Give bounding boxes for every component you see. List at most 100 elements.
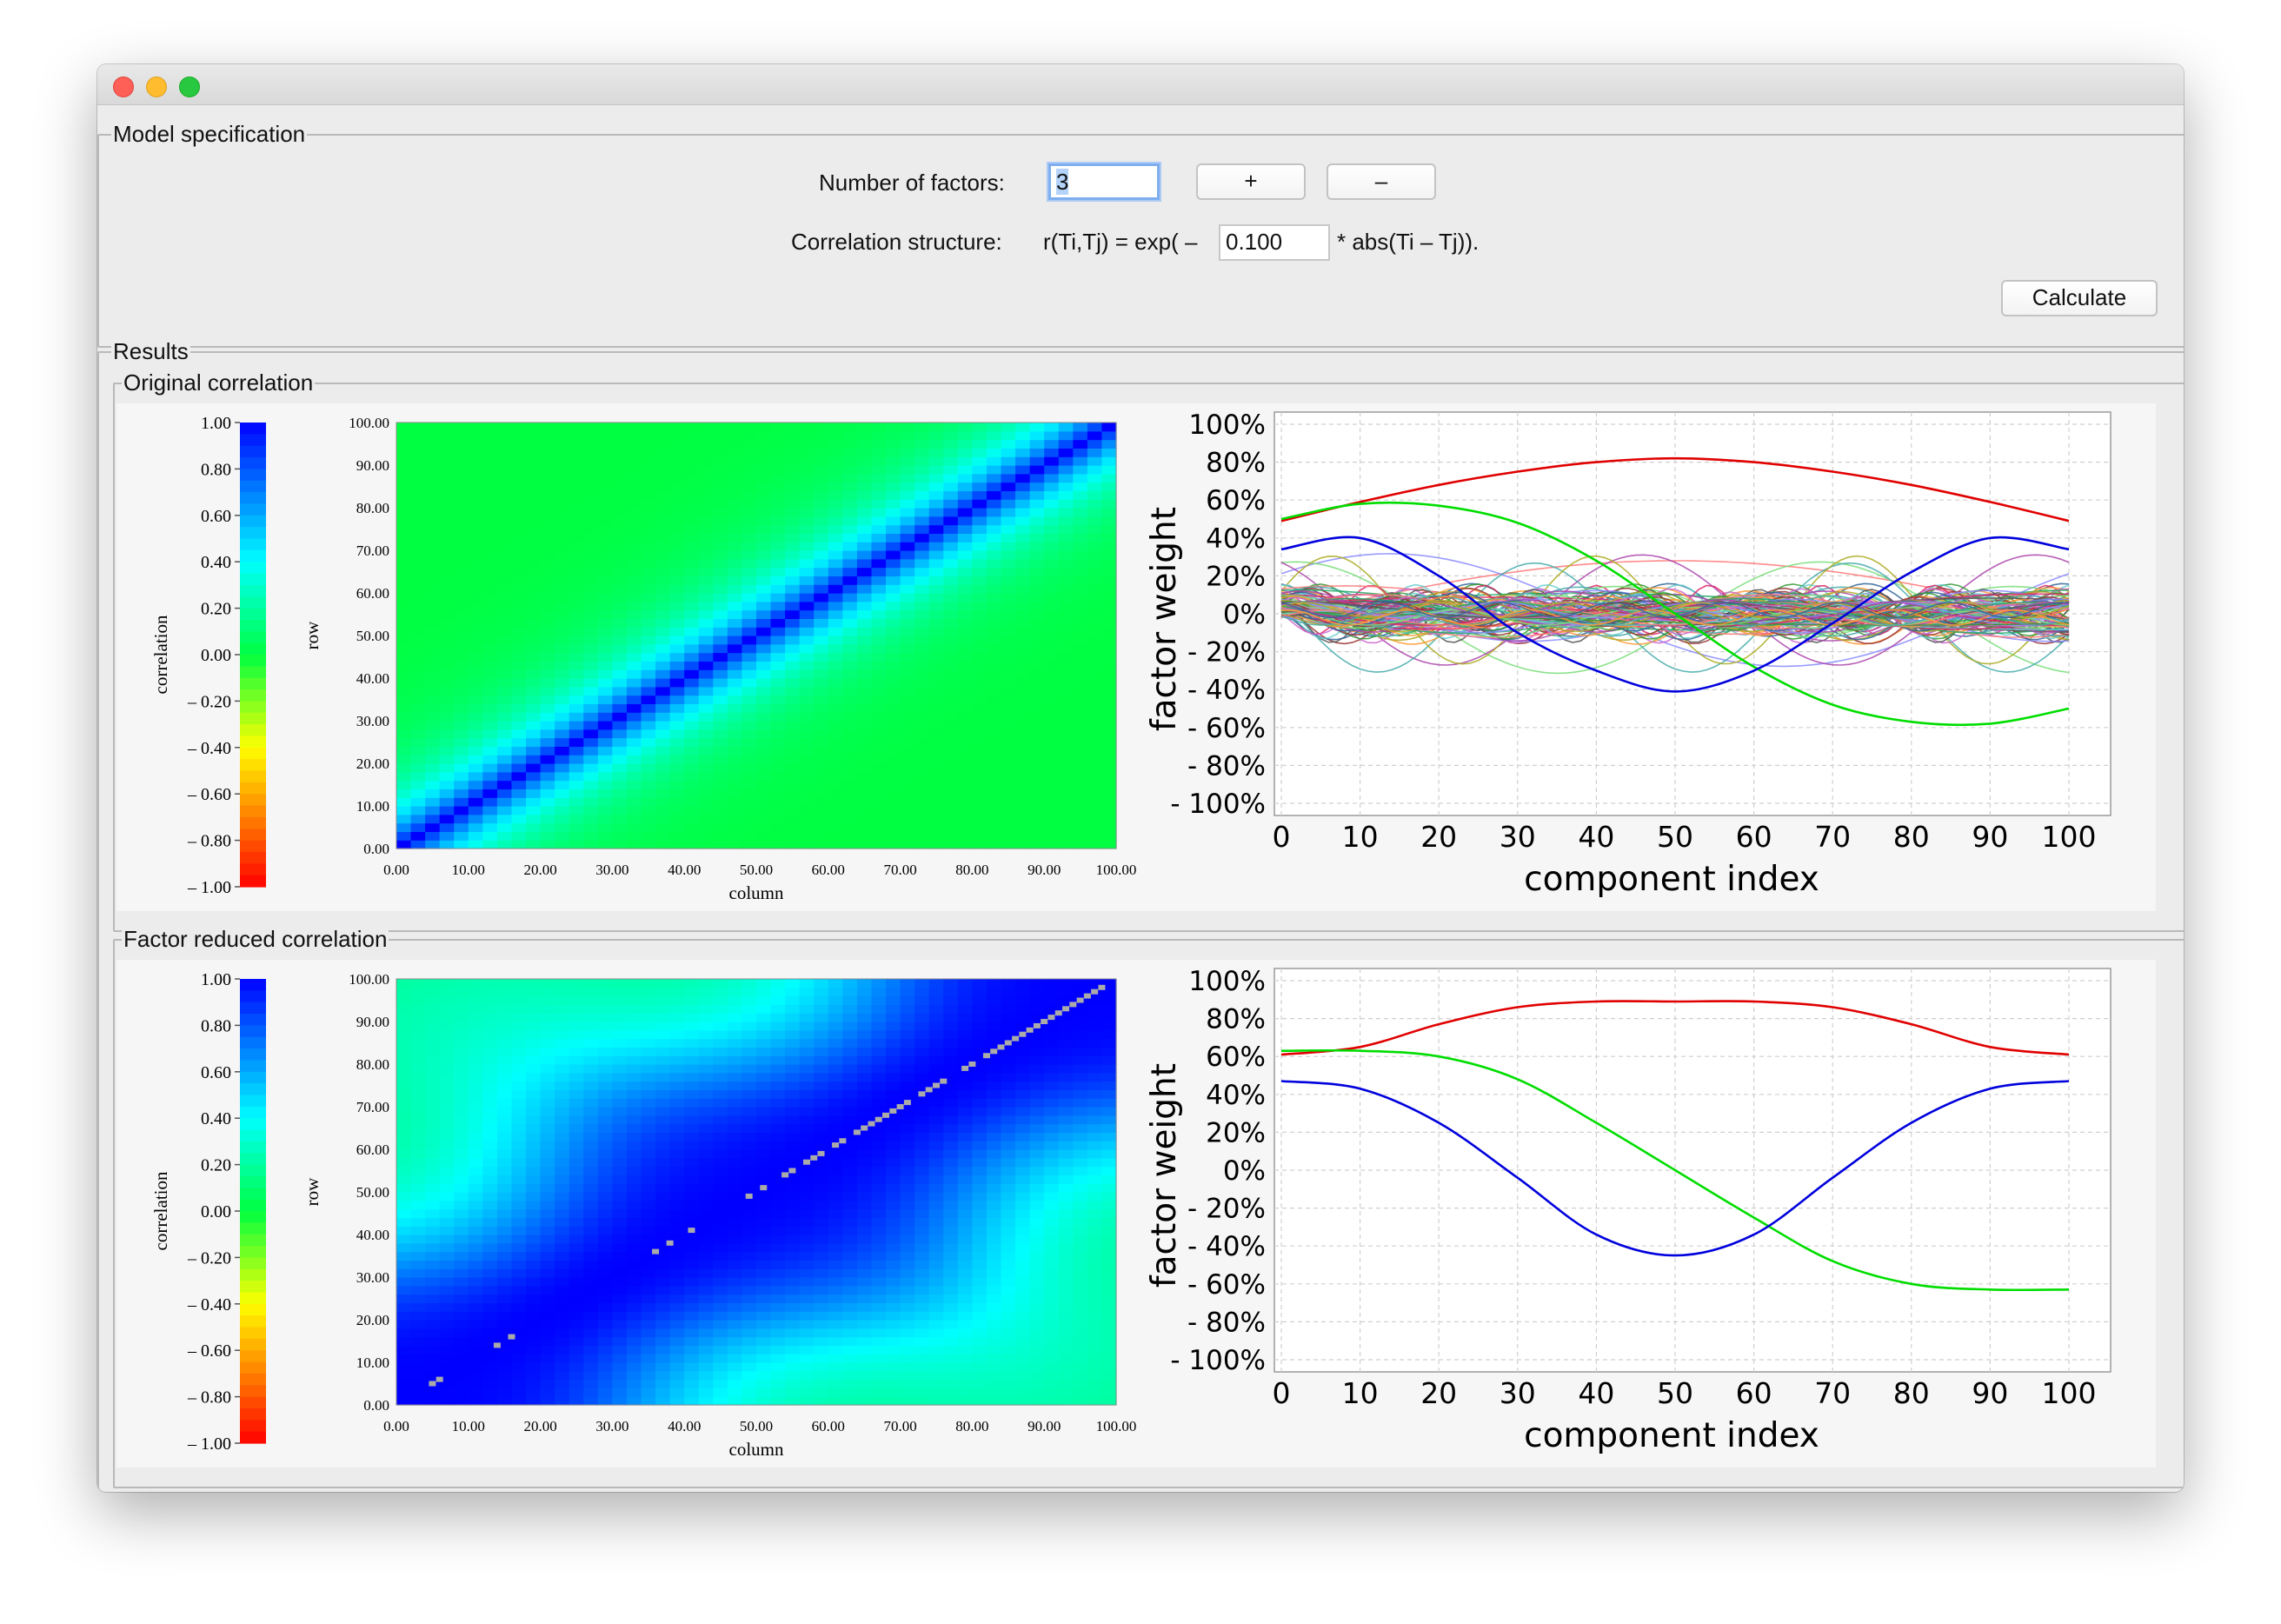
heatmap-cell xyxy=(1044,542,1060,551)
heatmap-cell xyxy=(698,1038,714,1048)
heatmap-cell xyxy=(1058,584,1074,594)
heatmap-cell xyxy=(496,1123,513,1133)
heatmap-cell xyxy=(1073,456,1088,466)
heatmap-cell xyxy=(1087,678,1103,688)
heatmap-cell xyxy=(454,1123,469,1133)
heatmap-cell xyxy=(957,712,973,722)
factors-input[interactable]: 3 xyxy=(1048,163,1160,200)
heatmap-cell xyxy=(914,1285,930,1295)
heatmap-cell xyxy=(856,1107,873,1116)
heatmap-cell xyxy=(1087,831,1103,841)
heatmap-cell xyxy=(396,499,412,509)
heatmap-cell xyxy=(713,567,728,576)
heatmap-cell xyxy=(511,806,527,815)
heatmap-cell xyxy=(785,678,801,688)
decrease-factors-button[interactable]: – xyxy=(1327,163,1436,200)
heatmap-cell xyxy=(856,1217,873,1227)
heatmap-cell xyxy=(540,499,555,509)
heatmap-cell xyxy=(1087,721,1103,730)
heatmap-cell xyxy=(799,636,815,645)
heatmap-cell xyxy=(482,1302,498,1312)
heatmap-cell xyxy=(756,516,772,526)
heatmap-cell xyxy=(468,755,483,764)
heatmap-cell xyxy=(828,1089,843,1099)
heatmap-cell xyxy=(684,482,700,491)
heatmap-cell xyxy=(511,636,527,645)
heatmap-cell xyxy=(597,550,613,560)
x-tick-label: 60 xyxy=(1736,820,1772,854)
heatmap-cell xyxy=(856,1260,873,1269)
zoom-window-button[interactable] xyxy=(179,77,200,97)
heatmap-cell xyxy=(626,771,642,782)
calculate-button[interactable]: Calculate xyxy=(2001,280,2158,316)
heatmap-cell xyxy=(1015,746,1031,755)
heatmap-cell xyxy=(814,1328,829,1338)
heatmap-cell xyxy=(410,1004,426,1014)
heatmap-cell xyxy=(583,979,599,988)
heatmap-cell xyxy=(439,1285,455,1295)
heatmap-cell xyxy=(756,1388,772,1397)
heatmap-cell xyxy=(396,1149,412,1159)
heatmap-cell xyxy=(943,678,959,688)
heatmap-cell xyxy=(655,822,671,832)
heatmap-cell xyxy=(410,1149,426,1159)
close-window-button[interactable] xyxy=(113,77,134,97)
heatmap-cell xyxy=(713,1370,728,1381)
heatmap-cell xyxy=(482,1362,498,1372)
correlation-decay-input[interactable]: 0.100 xyxy=(1219,224,1330,261)
heatmap-cell xyxy=(828,1149,843,1159)
x-tick-label: 10 xyxy=(1342,820,1379,854)
colorbar-tick-label: 0.20 xyxy=(201,600,231,619)
heatmap-cell xyxy=(756,1226,772,1235)
heatmap-cell xyxy=(1058,423,1074,432)
heatmap-cell xyxy=(741,1260,757,1269)
heatmap-cell xyxy=(396,1260,412,1269)
heatmap-cell xyxy=(799,1004,815,1014)
heatmap-cell xyxy=(540,567,555,576)
heatmap-cell xyxy=(828,516,843,526)
heatmap-cell xyxy=(770,542,786,551)
colorbar-segment xyxy=(240,875,266,888)
heatmap-cell xyxy=(871,1200,887,1210)
heatmap-cell xyxy=(886,1047,901,1056)
y-tick-label: 60% xyxy=(1206,485,1266,516)
heatmap-cell xyxy=(914,678,930,688)
heatmap-cell xyxy=(741,1268,757,1278)
increase-factors-button[interactable]: + xyxy=(1196,163,1306,200)
heatmap-cell xyxy=(641,1370,656,1381)
heatmap-cell xyxy=(814,1029,829,1040)
heatmap-cell xyxy=(1001,576,1016,585)
heatmap-cell xyxy=(396,1354,412,1363)
heatmap-cell xyxy=(569,1379,584,1388)
model-specification-legend: Model specification xyxy=(111,121,308,147)
heatmap-cell xyxy=(900,508,915,517)
heatmap-cell xyxy=(972,814,988,824)
heatmap-cell xyxy=(1029,661,1045,670)
heatmap-cell xyxy=(986,695,1002,704)
heatmap-cell xyxy=(684,1157,700,1168)
heatmap-cell xyxy=(1101,550,1117,560)
heatmap-cell xyxy=(1101,806,1117,815)
heatmap-cell xyxy=(1087,806,1103,815)
heatmap-cell xyxy=(900,456,915,466)
heatmap-cell xyxy=(641,593,656,602)
heatmap-cell xyxy=(741,456,757,466)
heatmap-cell xyxy=(914,465,930,475)
heatmap-cell xyxy=(972,1242,988,1253)
heatmap-cell xyxy=(669,1362,685,1372)
heatmap-cell xyxy=(785,465,801,475)
heatmap-cell xyxy=(814,1183,829,1193)
colorbar-segment xyxy=(240,1246,266,1258)
heatmap-cell xyxy=(1087,430,1103,441)
heatmap-cell xyxy=(612,465,628,475)
heatmap-cell xyxy=(986,1064,1002,1074)
heatmap-cell xyxy=(555,1029,570,1040)
heatmap-cell xyxy=(741,1047,757,1056)
minimize-window-button[interactable] xyxy=(146,77,167,97)
heatmap-cell xyxy=(569,1157,584,1168)
heatmap-cell xyxy=(439,423,455,432)
heatmap-cell xyxy=(496,1226,513,1235)
heatmap-cell xyxy=(842,473,858,483)
heatmap-cell xyxy=(698,1004,714,1014)
heatmap-cell xyxy=(1001,1107,1016,1116)
